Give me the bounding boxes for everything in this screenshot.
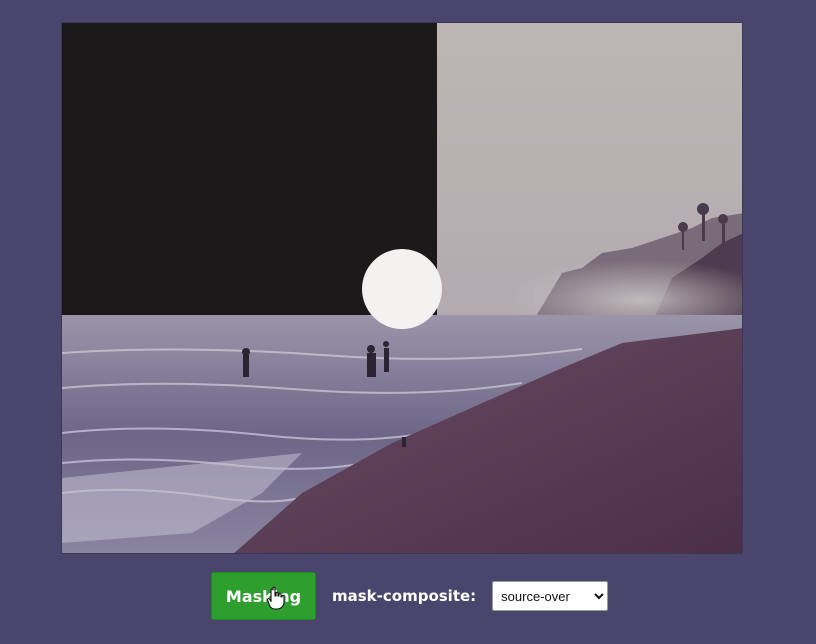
masking-button-label: Masking <box>225 586 302 606</box>
mask-composite-label: mask-composite: <box>332 587 477 605</box>
masking-button[interactable]: Masking <box>211 572 316 620</box>
controls-bar: Masking mask-composite: source-over <box>211 571 609 621</box>
beach-scene <box>62 23 742 553</box>
masking-canvas[interactable] <box>61 22 743 554</box>
circle-mask[interactable] <box>362 249 442 329</box>
mask-composite-select[interactable]: source-over <box>492 581 609 611</box>
